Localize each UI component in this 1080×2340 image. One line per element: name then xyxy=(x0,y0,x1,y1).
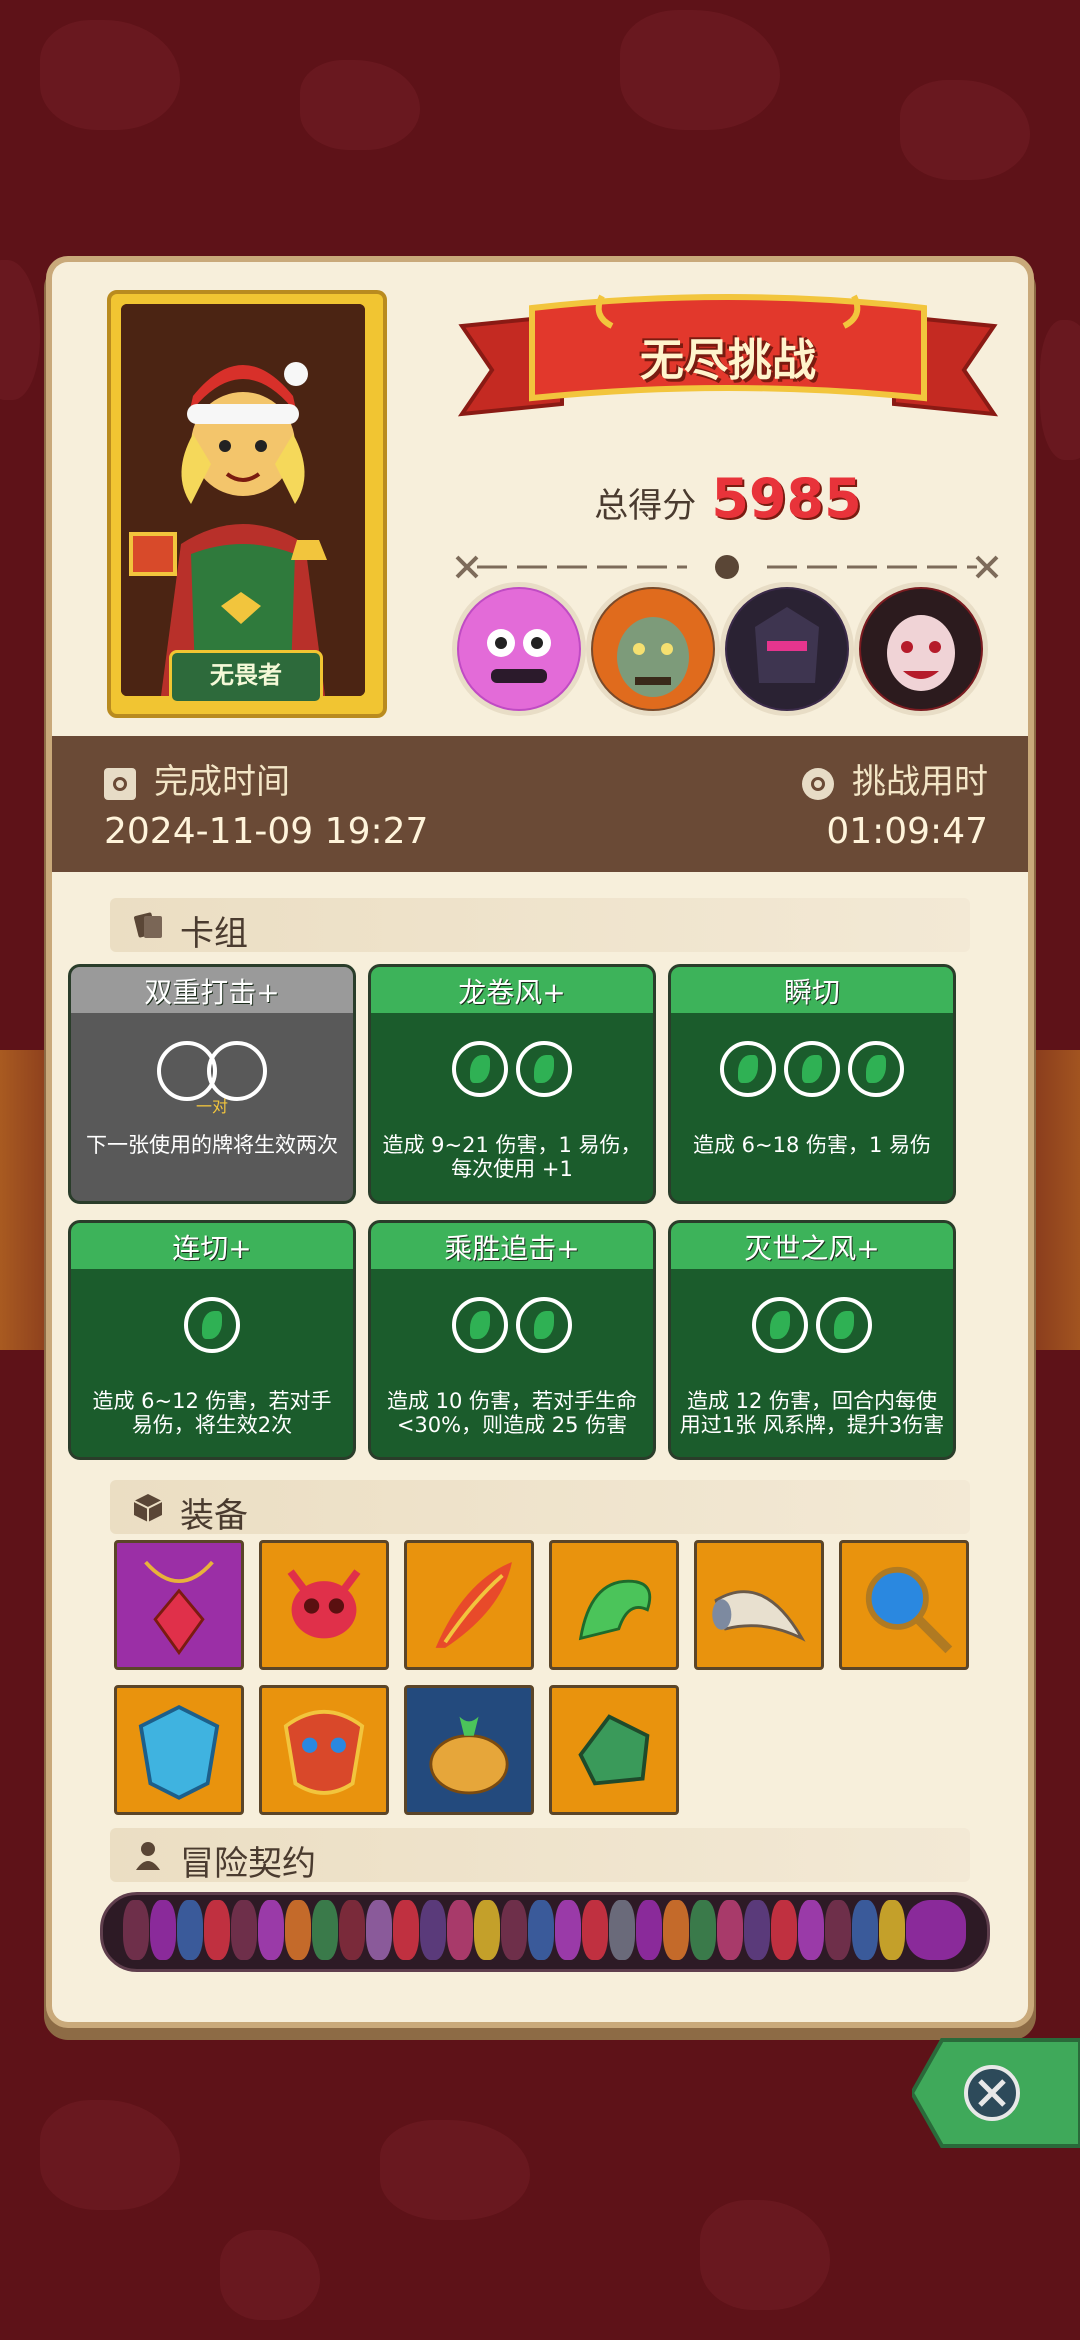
blue-orb-staff-icon[interactable] xyxy=(839,1540,969,1670)
demon-skull-icon[interactable] xyxy=(259,1540,389,1670)
contracts-section-header: 冒险契约 xyxy=(110,1828,970,1884)
hero-portrait xyxy=(121,304,365,696)
wind-gem-icon xyxy=(516,1041,572,1097)
challenge-ribbon: 无尽挑战 xyxy=(452,286,1004,434)
skill-card[interactable]: 灭世之风+ 造成 12 伤害，回合内每使用过1张 风系牌，提升3伤害 xyxy=(668,1220,956,1460)
wind-gem-icon xyxy=(848,1041,904,1097)
result-card: 无畏者 无尽挑战 总得分 5985 完成时间 2024-11-09 19:27 … xyxy=(52,262,1028,2022)
skill-name: 灭世之风+ xyxy=(744,1232,880,1265)
hero-portrait-frame: 无畏者 xyxy=(107,290,387,718)
wind-gem-icon xyxy=(784,1041,840,1097)
contracts-section-label: 冒险契约 xyxy=(180,1844,316,1884)
skill-description: 造成 12 伤害，回合内每使用过1张 风系牌，提升3伤害 xyxy=(679,1389,945,1437)
challenge-title: 无尽挑战 xyxy=(640,335,816,386)
blue-crystal-shield-icon[interactable] xyxy=(114,1685,244,1815)
equipment-section-label: 装备 xyxy=(180,1496,248,1536)
wind-gem-icon xyxy=(720,1041,776,1097)
flame-feather-icon[interactable] xyxy=(404,1540,534,1670)
wind-gem-icon xyxy=(184,1297,240,1353)
wind-gem-icon xyxy=(816,1297,872,1353)
duration-value: 01:09:47 xyxy=(826,811,988,852)
score-value: 5985 xyxy=(711,467,862,530)
skill-description: 造成 6~18 伤害，1 易伤 xyxy=(692,1133,932,1157)
finish-time-value: 2024-11-09 19:27 xyxy=(104,811,429,852)
skill-name: 乘胜追击+ xyxy=(444,1232,580,1265)
score-row: 总得分 5985 xyxy=(452,467,1004,530)
film-icon xyxy=(104,767,136,800)
skill-card[interactable]: 龙卷风+ 造成 9~21 伤害，1 易伤，每次使用 +1 xyxy=(368,964,656,1204)
enemy-vampire-portrait xyxy=(854,582,988,716)
equipment-section-header: 装备 xyxy=(110,1480,970,1536)
horn-icon[interactable] xyxy=(694,1540,824,1670)
cards-icon xyxy=(134,912,162,938)
red-gem-necklace-icon[interactable] xyxy=(114,1540,244,1670)
skill-description: 造成 9~21 伤害，1 易伤，每次使用 +1 xyxy=(382,1133,642,1181)
contract-strip[interactable] xyxy=(100,1892,990,1972)
hero-rank-label: 无畏者 xyxy=(169,650,323,704)
enemy-orange-troll-portrait xyxy=(586,582,720,716)
skill-name: 瞬切 xyxy=(783,976,840,1009)
duration-label: 挑战用时 xyxy=(852,762,988,802)
finish-time-label-row: 完成时间 xyxy=(104,754,290,803)
wind-gem-icon xyxy=(452,1297,508,1353)
enemy-divider xyxy=(447,552,1007,582)
wind-gem-icon xyxy=(752,1297,808,1353)
ring-icon xyxy=(207,1041,267,1101)
skill-description: 造成 6~12 伤害，若对手 易伤，将生效2次 xyxy=(92,1389,332,1437)
skill-card[interactable]: 乘胜追击+ 造成 10 伤害，若对手生命<30%，则造成 25 伤害 xyxy=(368,1220,656,1460)
wind-gem-icon xyxy=(452,1041,508,1097)
skill-card[interactable]: 双重打击+ 一对 下一张使用的牌将生效两次 xyxy=(68,964,356,1204)
skill-card[interactable]: 连切+ 造成 6~12 伤害，若对手 易伤，将生效2次 xyxy=(68,1220,356,1460)
stopwatch-icon xyxy=(802,767,834,800)
skill-sub-label: 一对 xyxy=(195,1097,228,1116)
close-button[interactable] xyxy=(909,2030,1080,2156)
person-icon xyxy=(136,1842,160,1870)
skill-name: 双重打击+ xyxy=(144,976,280,1009)
skill-name: 连切+ xyxy=(172,1232,252,1265)
deck-section-header: 卡组 xyxy=(110,898,970,954)
golden-pot-icon[interactable] xyxy=(404,1685,534,1815)
enemy-dark-knight-portrait xyxy=(720,582,854,716)
tribal-mask-icon[interactable] xyxy=(259,1685,389,1815)
skill-name: 龙卷风+ xyxy=(458,976,566,1009)
wind-gem-icon xyxy=(516,1297,572,1353)
box-icon xyxy=(133,1494,163,1522)
skill-description: 下一张使用的牌将生效两次 xyxy=(86,1133,338,1157)
skill-description: 造成 10 伤害，若对手生命<30%，则造成 25 伤害 xyxy=(386,1389,638,1437)
deck-section-label: 卡组 xyxy=(180,914,248,954)
defeated-enemies xyxy=(452,582,1012,716)
duration-label-row: 挑战用时 xyxy=(802,754,988,803)
enemy-purple-demon-portrait xyxy=(452,582,586,716)
green-dragon-icon[interactable] xyxy=(549,1540,679,1670)
score-label: 总得分 xyxy=(594,486,697,526)
info-band: 完成时间 2024-11-09 19:27 挑战用时 01:09:47 xyxy=(52,736,1028,872)
green-stone-icon[interactable] xyxy=(549,1685,679,1815)
skill-card[interactable]: 瞬切 造成 6~18 伤害，1 易伤 xyxy=(668,964,956,1204)
finish-time-label: 完成时间 xyxy=(154,762,290,802)
